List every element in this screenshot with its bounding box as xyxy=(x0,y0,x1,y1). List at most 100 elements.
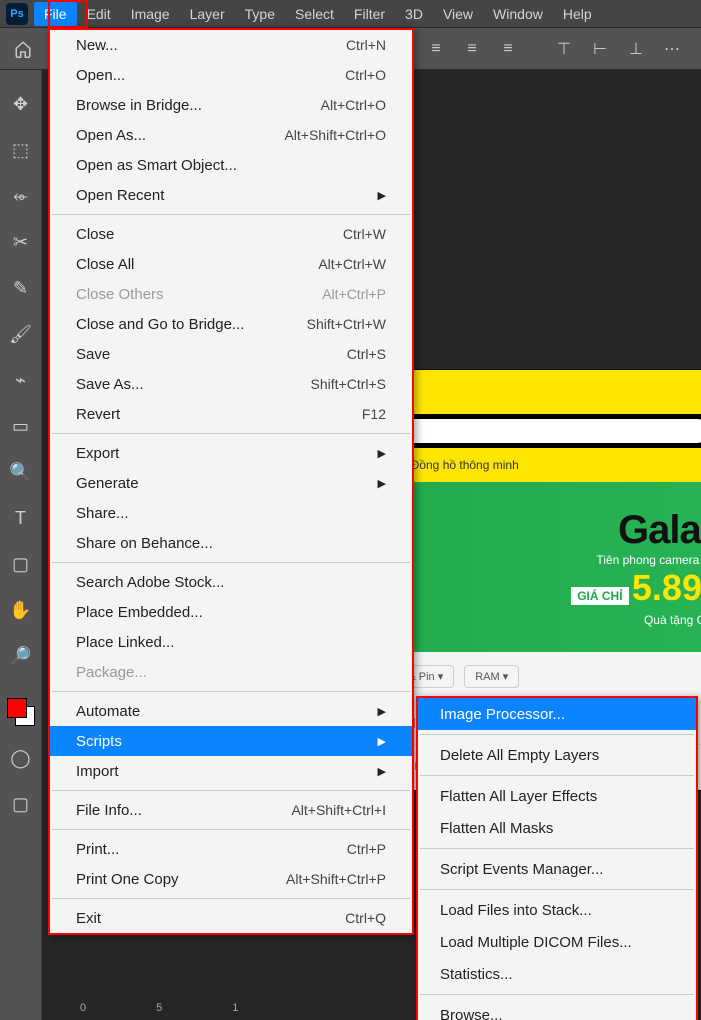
file-menu-item[interactable]: File Info...Alt+Shift+Ctrl+I xyxy=(50,795,412,825)
menu-item-label: Open as Smart Object... xyxy=(76,157,386,174)
file-menu-item[interactable]: Open As...Alt+Shift+Ctrl+O xyxy=(50,120,412,150)
align-right-icon[interactable]: ≡ xyxy=(493,34,523,64)
submenu-arrow-icon: ▶ xyxy=(378,477,386,490)
file-menu-item[interactable]: New...Ctrl+N xyxy=(50,30,412,60)
type-tool-icon[interactable]: T xyxy=(7,504,35,532)
zoom-tool-icon[interactable]: 🔍 xyxy=(7,458,35,486)
menubar-item-type[interactable]: Type xyxy=(235,2,285,26)
menu-item-label: Place Embedded... xyxy=(76,604,386,621)
hero-sub: Tiên phong camera chố xyxy=(571,553,701,567)
menubar-item-window[interactable]: Window xyxy=(483,2,553,26)
menu-item-accel: Alt+Shift+Ctrl+I xyxy=(291,802,386,818)
menubar-item-edit[interactable]: Edit xyxy=(77,2,121,26)
menubar-item-layer[interactable]: Layer xyxy=(180,2,235,26)
hand-tool-icon[interactable]: ✋ xyxy=(7,596,35,624)
menu-item-label: Open Recent xyxy=(76,187,370,204)
menu-item-label: Search Adobe Stock... xyxy=(76,574,386,591)
path-tool-icon[interactable]: ▢ xyxy=(7,550,35,578)
distribute-top-icon[interactable]: ⊤ xyxy=(549,34,579,64)
file-menu-item[interactable]: Generate▶ xyxy=(50,468,412,498)
file-menu-item[interactable]: Place Linked... xyxy=(50,627,412,657)
foreground-color[interactable] xyxy=(7,698,27,718)
menu-item-label: Open As... xyxy=(76,127,284,144)
scripts-menu-item[interactable]: Image Processor... xyxy=(418,698,696,730)
file-menu-item[interactable]: Print One CopyAlt+Shift+Ctrl+P xyxy=(50,864,412,894)
file-menu-item[interactable]: Share... xyxy=(50,498,412,528)
menu-item-label: Scripts xyxy=(76,733,370,750)
file-menu-item[interactable]: Open Recent ▶ xyxy=(50,180,412,210)
filter-chip[interactable]: RAM ▾ xyxy=(464,665,519,688)
scripts-menu-item[interactable]: Browse... xyxy=(418,999,696,1020)
scripts-menu-item[interactable]: Delete All Empty Layers xyxy=(418,739,696,771)
distribute-bot-icon[interactable]: ⊥ xyxy=(621,34,651,64)
nav-dongho[interactable]: Đồng hồ thông minh xyxy=(411,458,519,472)
menubar-item-file[interactable]: File xyxy=(34,2,77,26)
file-menu-item[interactable]: Export▶ xyxy=(50,438,412,468)
scripts-menu-item[interactable]: Load Multiple DICOM Files... xyxy=(418,926,696,958)
eyedropper-tool-icon[interactable]: ✎ xyxy=(7,274,35,302)
file-menu-item[interactable]: Import▶ xyxy=(50,756,412,786)
screenmode-icon[interactable]: ▢ xyxy=(7,790,35,818)
file-menu-item[interactable]: Place Embedded... xyxy=(50,597,412,627)
menubar-item-image[interactable]: Image xyxy=(121,2,180,26)
file-menu-item[interactable]: Scripts▶ xyxy=(50,726,412,756)
file-menu-item[interactable]: Browse in Bridge...Alt+Ctrl+O xyxy=(50,90,412,120)
menu-item-label: File Info... xyxy=(76,802,291,819)
menu-item-accel: F12 xyxy=(362,406,386,422)
menubar-item-filter[interactable]: Filter xyxy=(344,2,395,26)
magnify-tool-icon[interactable]: 🔎 xyxy=(7,642,35,670)
more-options-icon[interactable]: ⋯ xyxy=(657,34,687,64)
align-left-icon[interactable]: ≡ xyxy=(421,34,451,64)
file-menu-item[interactable]: Close and Go to Bridge...Shift+Ctrl+W xyxy=(50,309,412,339)
marquee-tool-icon[interactable]: ⬚ xyxy=(7,136,35,164)
hero-price: 5.890 xyxy=(632,567,701,608)
scripts-menu-item[interactable]: Load Files into Stack... xyxy=(418,894,696,926)
menu-item-label: Load Files into Stack... xyxy=(440,902,674,919)
submenu-arrow-icon: ▶ xyxy=(378,189,386,202)
menu-separator xyxy=(420,889,694,890)
submenu-arrow-icon: ▶ xyxy=(378,705,386,718)
home-icon[interactable] xyxy=(8,34,38,64)
menu-separator xyxy=(52,433,410,434)
file-menu-item[interactable]: Search Adobe Stock... xyxy=(50,567,412,597)
menubar-item-select[interactable]: Select xyxy=(285,2,344,26)
menubar-item-help[interactable]: Help xyxy=(553,2,602,26)
file-menu-item[interactable]: Automate▶ xyxy=(50,696,412,726)
file-menu-item[interactable]: RevertF12 xyxy=(50,399,412,429)
move-tool-icon[interactable]: ✥ xyxy=(7,90,35,118)
color-swatch[interactable] xyxy=(7,698,35,726)
align-center-icon[interactable]: ≡ xyxy=(457,34,487,64)
file-menu-item[interactable]: Save As...Shift+Ctrl+S xyxy=(50,369,412,399)
file-menu-item[interactable]: Close AllAlt+Ctrl+W xyxy=(50,249,412,279)
menu-item-accel: Alt+Ctrl+O xyxy=(321,97,386,113)
menu-item-label: Print One Copy xyxy=(76,871,286,888)
file-menu-item[interactable]: Share on Behance... xyxy=(50,528,412,558)
file-menu-item[interactable]: ExitCtrl+Q xyxy=(50,903,412,933)
gradient-tool-icon[interactable]: ▭ xyxy=(7,412,35,440)
menubar-item-view[interactable]: View xyxy=(433,2,483,26)
menu-separator xyxy=(52,691,410,692)
file-menu-item[interactable]: SaveCtrl+S xyxy=(50,339,412,369)
file-menu-item[interactable]: Print...Ctrl+P xyxy=(50,834,412,864)
file-menu-item[interactable]: Open...Ctrl+O xyxy=(50,60,412,90)
scripts-menu-item[interactable]: Script Events Manager... xyxy=(418,853,696,885)
clone-tool-icon[interactable]: ⌁ xyxy=(7,366,35,394)
crop-tool-icon[interactable]: ✂ xyxy=(7,228,35,256)
menubar: Ps File Edit Image Layer Type Select Fil… xyxy=(0,0,701,28)
brush-tool-icon[interactable]: 🖌 xyxy=(7,320,35,348)
menu-item-accel: Shift+Ctrl+W xyxy=(307,316,386,332)
scripts-menu-item[interactable]: Statistics... xyxy=(418,958,696,990)
lasso-tool-icon[interactable]: ⬰ xyxy=(7,182,35,210)
quickmask-icon[interactable]: ◯ xyxy=(7,744,35,772)
menu-item-accel: Alt+Shift+Ctrl+P xyxy=(286,871,386,887)
scripts-menu-item[interactable]: Flatten All Layer Effects xyxy=(418,780,696,812)
menu-separator xyxy=(52,562,410,563)
file-menu-item[interactable]: CloseCtrl+W xyxy=(50,219,412,249)
menu-item-label: Save As... xyxy=(76,376,311,393)
menu-item-label: Browse in Bridge... xyxy=(76,97,321,114)
file-menu-item[interactable]: Open as Smart Object... xyxy=(50,150,412,180)
distribute-mid-icon[interactable]: ⊢ xyxy=(585,34,615,64)
menubar-item-3d[interactable]: 3D xyxy=(395,2,433,26)
menu-separator xyxy=(52,898,410,899)
scripts-menu-item[interactable]: Flatten All Masks xyxy=(418,812,696,844)
